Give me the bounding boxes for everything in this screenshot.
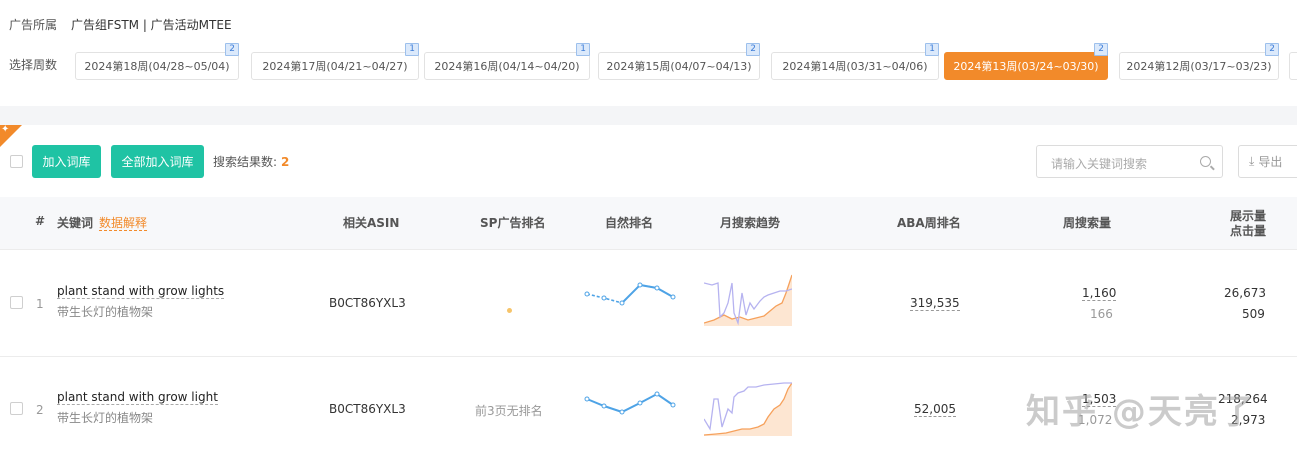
table-row: 1 plant stand with grow lights 带生长灯的植物架 … xyxy=(0,250,1297,357)
select-all-checkbox[interactable] xyxy=(10,155,23,168)
week-option-16[interactable]: 2024第16周(04/14~04/20) 1 xyxy=(424,43,590,80)
keyword-cn: 带生长灯的植物架 xyxy=(57,411,154,425)
sparkline-point xyxy=(670,402,676,408)
week-selector: 选择周数 2024第18周(04/28~05/04) 2 2024第17周(04… xyxy=(9,43,1297,80)
row-index: 2 xyxy=(36,403,44,417)
ad-attribution-value: 广告组FSTM | 广告活动MTEE xyxy=(71,17,232,32)
week-option-label: 2024第17周(04/21~04/27) xyxy=(262,60,408,73)
search-icon[interactable] xyxy=(1200,156,1211,167)
week-count-badge: 1 xyxy=(925,43,939,56)
week-count-badge: 2 xyxy=(1265,43,1279,56)
natural-rank-sparkline xyxy=(584,391,676,415)
col-index: # xyxy=(35,214,46,228)
week-count-badge: 2 xyxy=(1094,43,1108,56)
week-option-label: 2024第18周(04/28~05/04) xyxy=(84,60,230,73)
ad-attribution-label: 广告所属 xyxy=(9,17,58,32)
export-label: 导出 xyxy=(1258,155,1283,169)
keyword-search-input[interactable]: 请输入关键词搜索 xyxy=(1036,145,1223,178)
col-asin[interactable]: 相关ASIN xyxy=(343,214,399,231)
weekly-search-sub-value: 166 xyxy=(1090,307,1113,321)
trend-area xyxy=(704,383,792,436)
week-count-badge: 2 xyxy=(225,43,239,56)
aba-rank-value[interactable]: 52,005 xyxy=(914,402,956,417)
sparkline-point xyxy=(619,409,625,415)
export-button[interactable]: ⤓ 导出 xyxy=(1238,145,1297,178)
sparkline-solid-segment xyxy=(621,283,674,304)
search-result-count: 搜索结果数: 2 xyxy=(213,153,289,170)
sparkline-point xyxy=(601,295,607,301)
week-option-label: 2024第15周(04/07~04/13) xyxy=(606,60,752,73)
impressions-value: 26,673 xyxy=(1224,286,1266,300)
related-asin[interactable]: B0CT86YXL3 xyxy=(329,296,406,310)
keyword-en[interactable]: plant stand with grow light xyxy=(57,390,218,405)
monthly-trend-chart[interactable] xyxy=(704,379,792,437)
col-aba-rank[interactable]: ABA周排名 xyxy=(897,214,961,231)
week-count-badge: 1 xyxy=(405,43,419,56)
add-all-to-library-button[interactable]: 全部加入词库 xyxy=(111,145,204,178)
week-option-label: 2024第14周(03/31~04/06) xyxy=(782,60,928,73)
section-divider xyxy=(0,106,1297,125)
related-asin[interactable]: B0CT86YXL3 xyxy=(329,402,406,416)
week-option-label: 2024第12周(03/17~03/23) xyxy=(1126,60,1272,73)
sparkline-point xyxy=(601,403,607,409)
col-clicks[interactable]: 点击量 xyxy=(1230,222,1266,239)
sparkline-point xyxy=(584,396,590,402)
week-option-18[interactable]: 2024第18周(04/28~05/04) 2 xyxy=(75,43,239,80)
col-natural-rank[interactable]: 自然排名 xyxy=(605,214,653,231)
monthly-trend-chart[interactable] xyxy=(704,273,792,327)
keyword-en[interactable]: plant stand with grow lights xyxy=(57,284,225,299)
aba-rank-value[interactable]: 319,535 xyxy=(910,296,960,311)
sparkline-solid-segment xyxy=(586,392,674,414)
week-option-label: 2024第13周(03/24~03/30) xyxy=(953,60,1099,73)
week-option-14[interactable]: 2024第14周(03/31~04/06) 1 xyxy=(771,43,939,80)
col-weekly-search[interactable]: 周搜索量 xyxy=(1063,214,1111,231)
natural-rank-sparkline xyxy=(584,282,676,306)
week-selector-label: 选择周数 xyxy=(9,58,58,72)
week-option-15[interactable]: 2024第15周(04/07~04/13) 2 xyxy=(598,43,760,80)
table-header: # 关键词 数据解释 相关ASIN SP广告排名 自然排名 月搜索趋势 ABA周排… xyxy=(0,197,1297,250)
weekly-search-value[interactable]: 1,160 xyxy=(1082,286,1117,301)
col-monthly-trend[interactable]: 月搜索趋势 xyxy=(720,214,780,231)
week-count-badge: 2 xyxy=(746,43,760,56)
data-explain-link[interactable]: 数据解释 xyxy=(99,216,148,231)
sparkline-point xyxy=(637,400,643,406)
sparkline-point xyxy=(670,294,676,300)
week-count-badge: 1 xyxy=(576,43,590,56)
sparkline-point xyxy=(654,285,660,291)
col-keyword: 关键词 数据解释 xyxy=(57,214,148,231)
result-label: 搜索结果数: xyxy=(213,155,278,169)
search-placeholder: 请输入关键词搜索 xyxy=(1051,157,1148,171)
result-count-value: 2 xyxy=(281,155,290,169)
sparkline-point xyxy=(619,300,625,306)
col-sp-rank[interactable]: SP广告排名 xyxy=(480,214,545,231)
ad-attribution: 广告所属 广告组FSTM | 广告活动MTEE xyxy=(9,15,232,33)
sp-rank-indicator xyxy=(507,308,512,313)
filter-area: 广告所属 广告组FSTM | 广告活动MTEE 选择周数 2024第18周(04… xyxy=(0,0,1297,106)
week-option-12[interactable]: 2024第12周(03/17~03/23) 2 xyxy=(1119,43,1279,80)
row-index: 1 xyxy=(36,297,44,311)
pin-icon: ✦ xyxy=(1,124,10,135)
clicks-value: 509 xyxy=(1242,307,1265,321)
zhihu-watermark: 知乎 @天亮了 xyxy=(1026,392,1256,432)
sparkline-point xyxy=(637,282,643,288)
week-option-17[interactable]: 2024第17周(04/21~04/27) 1 xyxy=(251,43,419,80)
week-option-next-partial[interactable] xyxy=(1289,52,1297,80)
row-checkbox[interactable] xyxy=(10,296,23,309)
add-to-library-button[interactable]: 加入词库 xyxy=(32,145,101,178)
keyword-cn: 带生长灯的植物架 xyxy=(57,305,154,319)
sp-rank-value: 前3页无排名 xyxy=(475,404,543,418)
week-option-label: 2024第16周(04/14~04/20) xyxy=(434,60,580,73)
row-checkbox[interactable] xyxy=(10,402,23,415)
download-icon: ⤓ xyxy=(1249,154,1255,168)
sparkline-point xyxy=(654,391,660,397)
col-keyword-label: 关键词 xyxy=(57,216,94,230)
sparkline-point xyxy=(584,291,590,297)
week-option-13-selected[interactable]: 2024第13周(03/24~03/30) 2 xyxy=(944,43,1108,80)
